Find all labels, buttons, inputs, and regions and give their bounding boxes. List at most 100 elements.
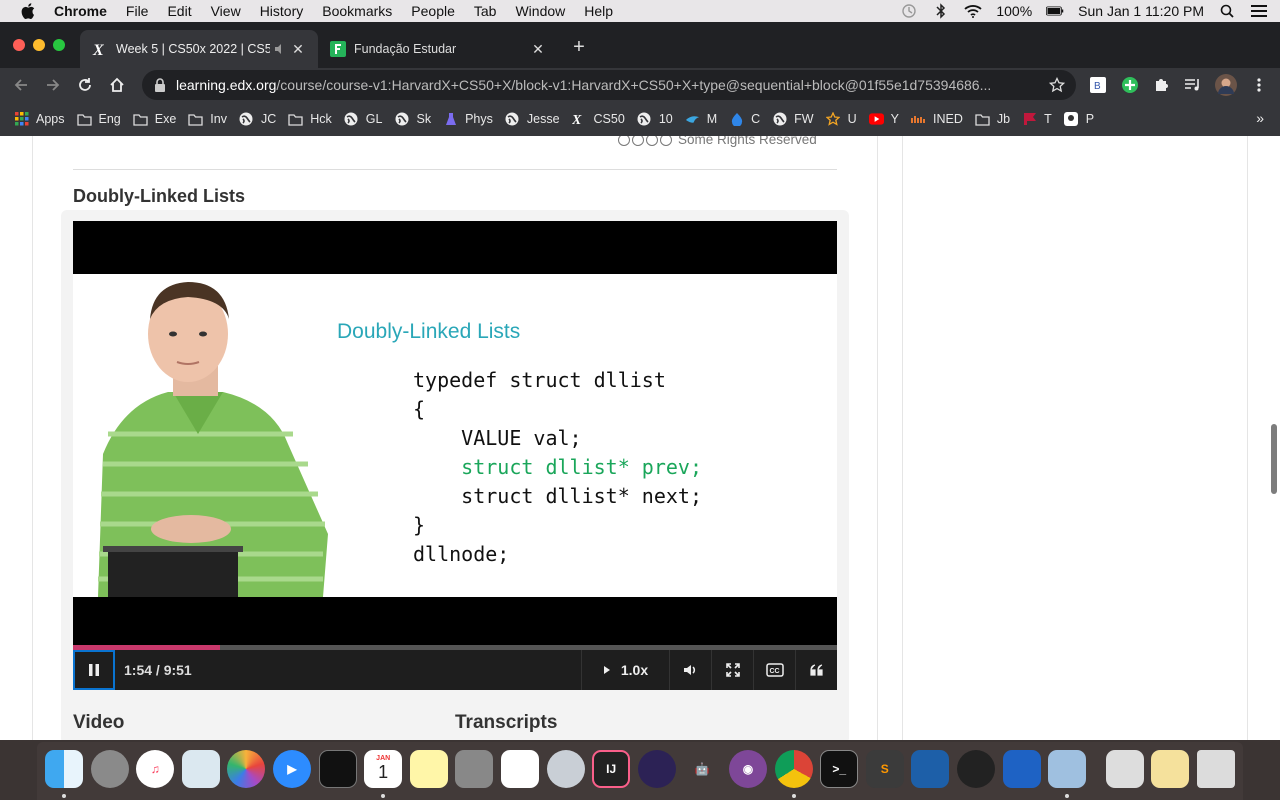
bookmark-phys[interactable]: Phys: [443, 112, 493, 127]
menu-help[interactable]: Help: [584, 3, 613, 19]
bookmark-eng[interactable]: Eng: [76, 112, 121, 127]
dock-music-icon[interactable]: ♫: [136, 750, 175, 788]
menu-file[interactable]: File: [126, 3, 149, 19]
battery-icon[interactable]: [1046, 4, 1064, 18]
volume-button[interactable]: [669, 650, 711, 690]
back-button[interactable]: [10, 74, 32, 96]
tab-week5-cs50x[interactable]: X Week 5 | CS50x 2022 | CS50 ✕: [80, 30, 318, 68]
dock-zoom-icon[interactable]: ▶: [273, 750, 311, 788]
bookmark-ined[interactable]: INED: [911, 112, 963, 127]
dock-davinci-icon[interactable]: [957, 750, 995, 788]
more-bookmarks-chevron-icon[interactable]: »: [1256, 110, 1264, 126]
dock-intellij-icon[interactable]: IJ: [592, 750, 631, 788]
fullscreen-button[interactable]: [711, 650, 753, 690]
closed-captions-button[interactable]: CC: [753, 650, 795, 690]
home-button[interactable]: [106, 74, 128, 96]
menu-view[interactable]: View: [211, 3, 241, 19]
bookmark-10[interactable]: 10: [637, 112, 673, 127]
menu-tab[interactable]: Tab: [474, 3, 497, 19]
bookmark-t[interactable]: T: [1022, 112, 1052, 127]
menubar-clock[interactable]: Sun Jan 1 11:20 PM: [1078, 3, 1204, 19]
menu-edit[interactable]: Edit: [167, 3, 191, 19]
creative-commons-notice[interactable]: Some Rights Reserved: [618, 136, 817, 147]
dock-sublime-text-icon[interactable]: S: [865, 750, 904, 788]
page-scrollbar-thumb[interactable]: [1271, 424, 1277, 494]
dock-document-icon[interactable]: [1151, 750, 1190, 788]
bookmark-p[interactable]: P: [1064, 112, 1094, 127]
bookmark-hck[interactable]: Hck: [288, 112, 332, 127]
menu-history[interactable]: History: [260, 3, 304, 19]
dock-file-archive-icon[interactable]: [1105, 750, 1144, 788]
time-machine-icon[interactable]: [900, 4, 918, 18]
window-zoom-button[interactable]: [53, 39, 65, 51]
apps-grid-icon: [14, 112, 29, 127]
bookmark-sk[interactable]: Sk: [394, 112, 431, 127]
tab-fundacao-estudar[interactable]: Fundação Estudar ✕: [318, 30, 558, 68]
dock-preview-icon[interactable]: [181, 750, 220, 788]
pause-button[interactable]: [73, 650, 115, 690]
dock-reminders-icon[interactable]: [501, 750, 539, 788]
dock-trash-icon[interactable]: [1197, 750, 1235, 788]
apple-menu-icon[interactable]: [20, 3, 36, 19]
transcript-toggle-button[interactable]: [795, 650, 837, 690]
bookmark-y[interactable]: Y: [868, 112, 899, 127]
chrome-menu-icon[interactable]: [1250, 76, 1268, 94]
forward-button[interactable]: [42, 74, 64, 96]
bookmark-u[interactable]: U: [826, 112, 857, 127]
dock-activity-monitor-icon[interactable]: [318, 750, 357, 788]
bookmark-c[interactable]: C: [729, 112, 760, 127]
globe-icon: [394, 112, 409, 127]
bookmark-jb[interactable]: Jb: [975, 112, 1010, 127]
dock-eclipse-icon[interactable]: [637, 750, 676, 788]
dock-image-viewer-icon[interactable]: [1048, 750, 1087, 788]
dock-chrome-icon[interactable]: [774, 750, 813, 788]
dock-photos-icon[interactable]: [227, 750, 266, 788]
bookmark-gl[interactable]: GL: [344, 112, 382, 127]
close-tab-icon[interactable]: ✕: [290, 41, 306, 58]
menu-window[interactable]: Window: [515, 3, 565, 19]
bookmark-apps[interactable]: Apps: [14, 112, 65, 127]
url-text[interactable]: learning.edx.org/course/course-v1:Harvar…: [176, 77, 1048, 93]
bookmark-inv[interactable]: Inv: [188, 112, 227, 127]
bookmark-cs50[interactable]: X CS50: [572, 112, 625, 127]
dock-calendar-icon[interactable]: JAN 1: [364, 750, 403, 788]
dock-launchpad-icon[interactable]: [546, 750, 585, 788]
playback-speed-button[interactable]: 1.0x: [581, 650, 669, 690]
window-close-button[interactable]: [13, 39, 25, 51]
dock-virtualbox-icon[interactable]: [911, 750, 950, 788]
address-bar[interactable]: learning.edx.org/course/course-v1:Harvar…: [142, 70, 1076, 100]
new-tab-button[interactable]: +: [568, 36, 590, 58]
notification-center-icon[interactable]: [1250, 4, 1268, 18]
bookmark-exe[interactable]: Exe: [133, 112, 176, 127]
window-minimize-button[interactable]: [33, 39, 45, 51]
dock-remote-desktop-icon[interactable]: [1002, 750, 1041, 788]
dock-finder-icon[interactable]: [45, 750, 83, 788]
bookmark-m[interactable]: M: [685, 112, 717, 127]
lock-icon[interactable]: [154, 78, 166, 92]
menu-app-name[interactable]: Chrome: [54, 3, 107, 19]
bookmark-jc[interactable]: JC: [239, 112, 276, 127]
extension-plus-icon[interactable]: [1121, 76, 1139, 94]
bookmark-fw[interactable]: FW: [772, 112, 814, 127]
close-tab-icon[interactable]: ✕: [530, 41, 546, 58]
profile-avatar[interactable]: [1215, 74, 1237, 96]
bluetooth-icon[interactable]: [932, 3, 950, 19]
menu-bookmarks[interactable]: Bookmarks: [322, 3, 392, 19]
dock-tor-browser-icon[interactable]: ◉: [729, 750, 767, 788]
media-control-icon[interactable]: [1184, 76, 1202, 94]
bookmark-jesse[interactable]: Jesse: [505, 112, 560, 127]
dock-system-preferences-icon[interactable]: [90, 750, 129, 788]
extension-b-icon[interactable]: B: [1089, 76, 1107, 94]
video-player[interactable]: Doubly-Linked Lists typedef struct dllis…: [73, 221, 837, 645]
extensions-puzzle-icon[interactable]: [1152, 76, 1170, 94]
menu-people[interactable]: People: [411, 3, 455, 19]
bookmark-star-icon[interactable]: [1048, 77, 1066, 93]
wifi-icon[interactable]: [964, 4, 982, 18]
dock-android-studio-icon[interactable]: 🤖: [683, 750, 721, 788]
audio-playing-icon[interactable]: [274, 41, 286, 57]
dock-notes-icon[interactable]: [409, 750, 448, 788]
dock-terminal-icon[interactable]: >_: [820, 750, 859, 788]
spotlight-search-icon[interactable]: [1218, 4, 1236, 18]
dock-calculator-icon[interactable]: [455, 750, 494, 788]
reload-button[interactable]: [74, 74, 96, 96]
